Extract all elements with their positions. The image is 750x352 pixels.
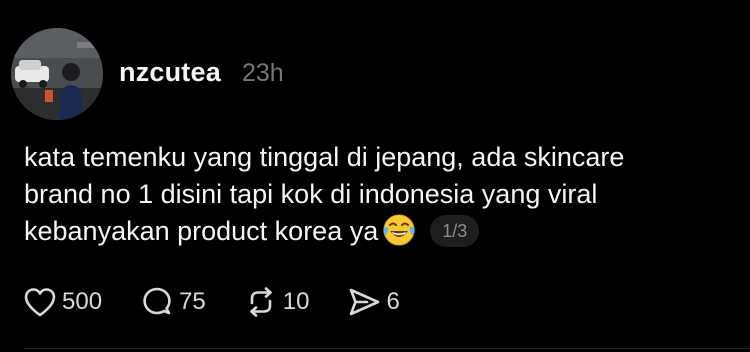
- reply-button[interactable]: 75: [140, 286, 206, 318]
- thread-post: nzcutea 23h kata temenku yang tinggal di…: [0, 0, 750, 352]
- username[interactable]: nzcutea: [119, 57, 221, 88]
- action-bar: 500 75 10 6: [23, 282, 438, 322]
- tears-of-joy-emoji: [382, 213, 416, 247]
- repost-count: 10: [282, 288, 310, 315]
- reply-count: 75: [179, 288, 206, 315]
- heart-icon: [23, 286, 57, 318]
- post-text: kata temenku yang tinggal di jepang, ada…: [24, 139, 734, 250]
- post-divider: [24, 348, 750, 349]
- repost-button[interactable]: 10: [244, 286, 310, 318]
- post-text-line-content: kebanyakan product korea ya: [24, 216, 379, 246]
- post-text-line: brand no 1 disini tapi kok di indonesia …: [24, 179, 598, 209]
- like-button[interactable]: 500: [23, 286, 102, 318]
- post-text-line-last: kebanyakan product korea ya 1/3: [24, 213, 734, 250]
- avatar[interactable]: [11, 28, 103, 120]
- like-count: 500: [62, 288, 103, 315]
- timestamp: 23h: [242, 59, 284, 87]
- page-indicator-badge[interactable]: 1/3: [430, 215, 480, 247]
- send-icon: [347, 286, 381, 318]
- repost-icon: [244, 286, 278, 318]
- share-count: 6: [386, 288, 400, 315]
- share-button[interactable]: 6: [347, 286, 400, 318]
- post-text-line: kata temenku yang tinggal di jepang, ada…: [24, 142, 625, 172]
- comment-bubble-icon: [140, 286, 174, 318]
